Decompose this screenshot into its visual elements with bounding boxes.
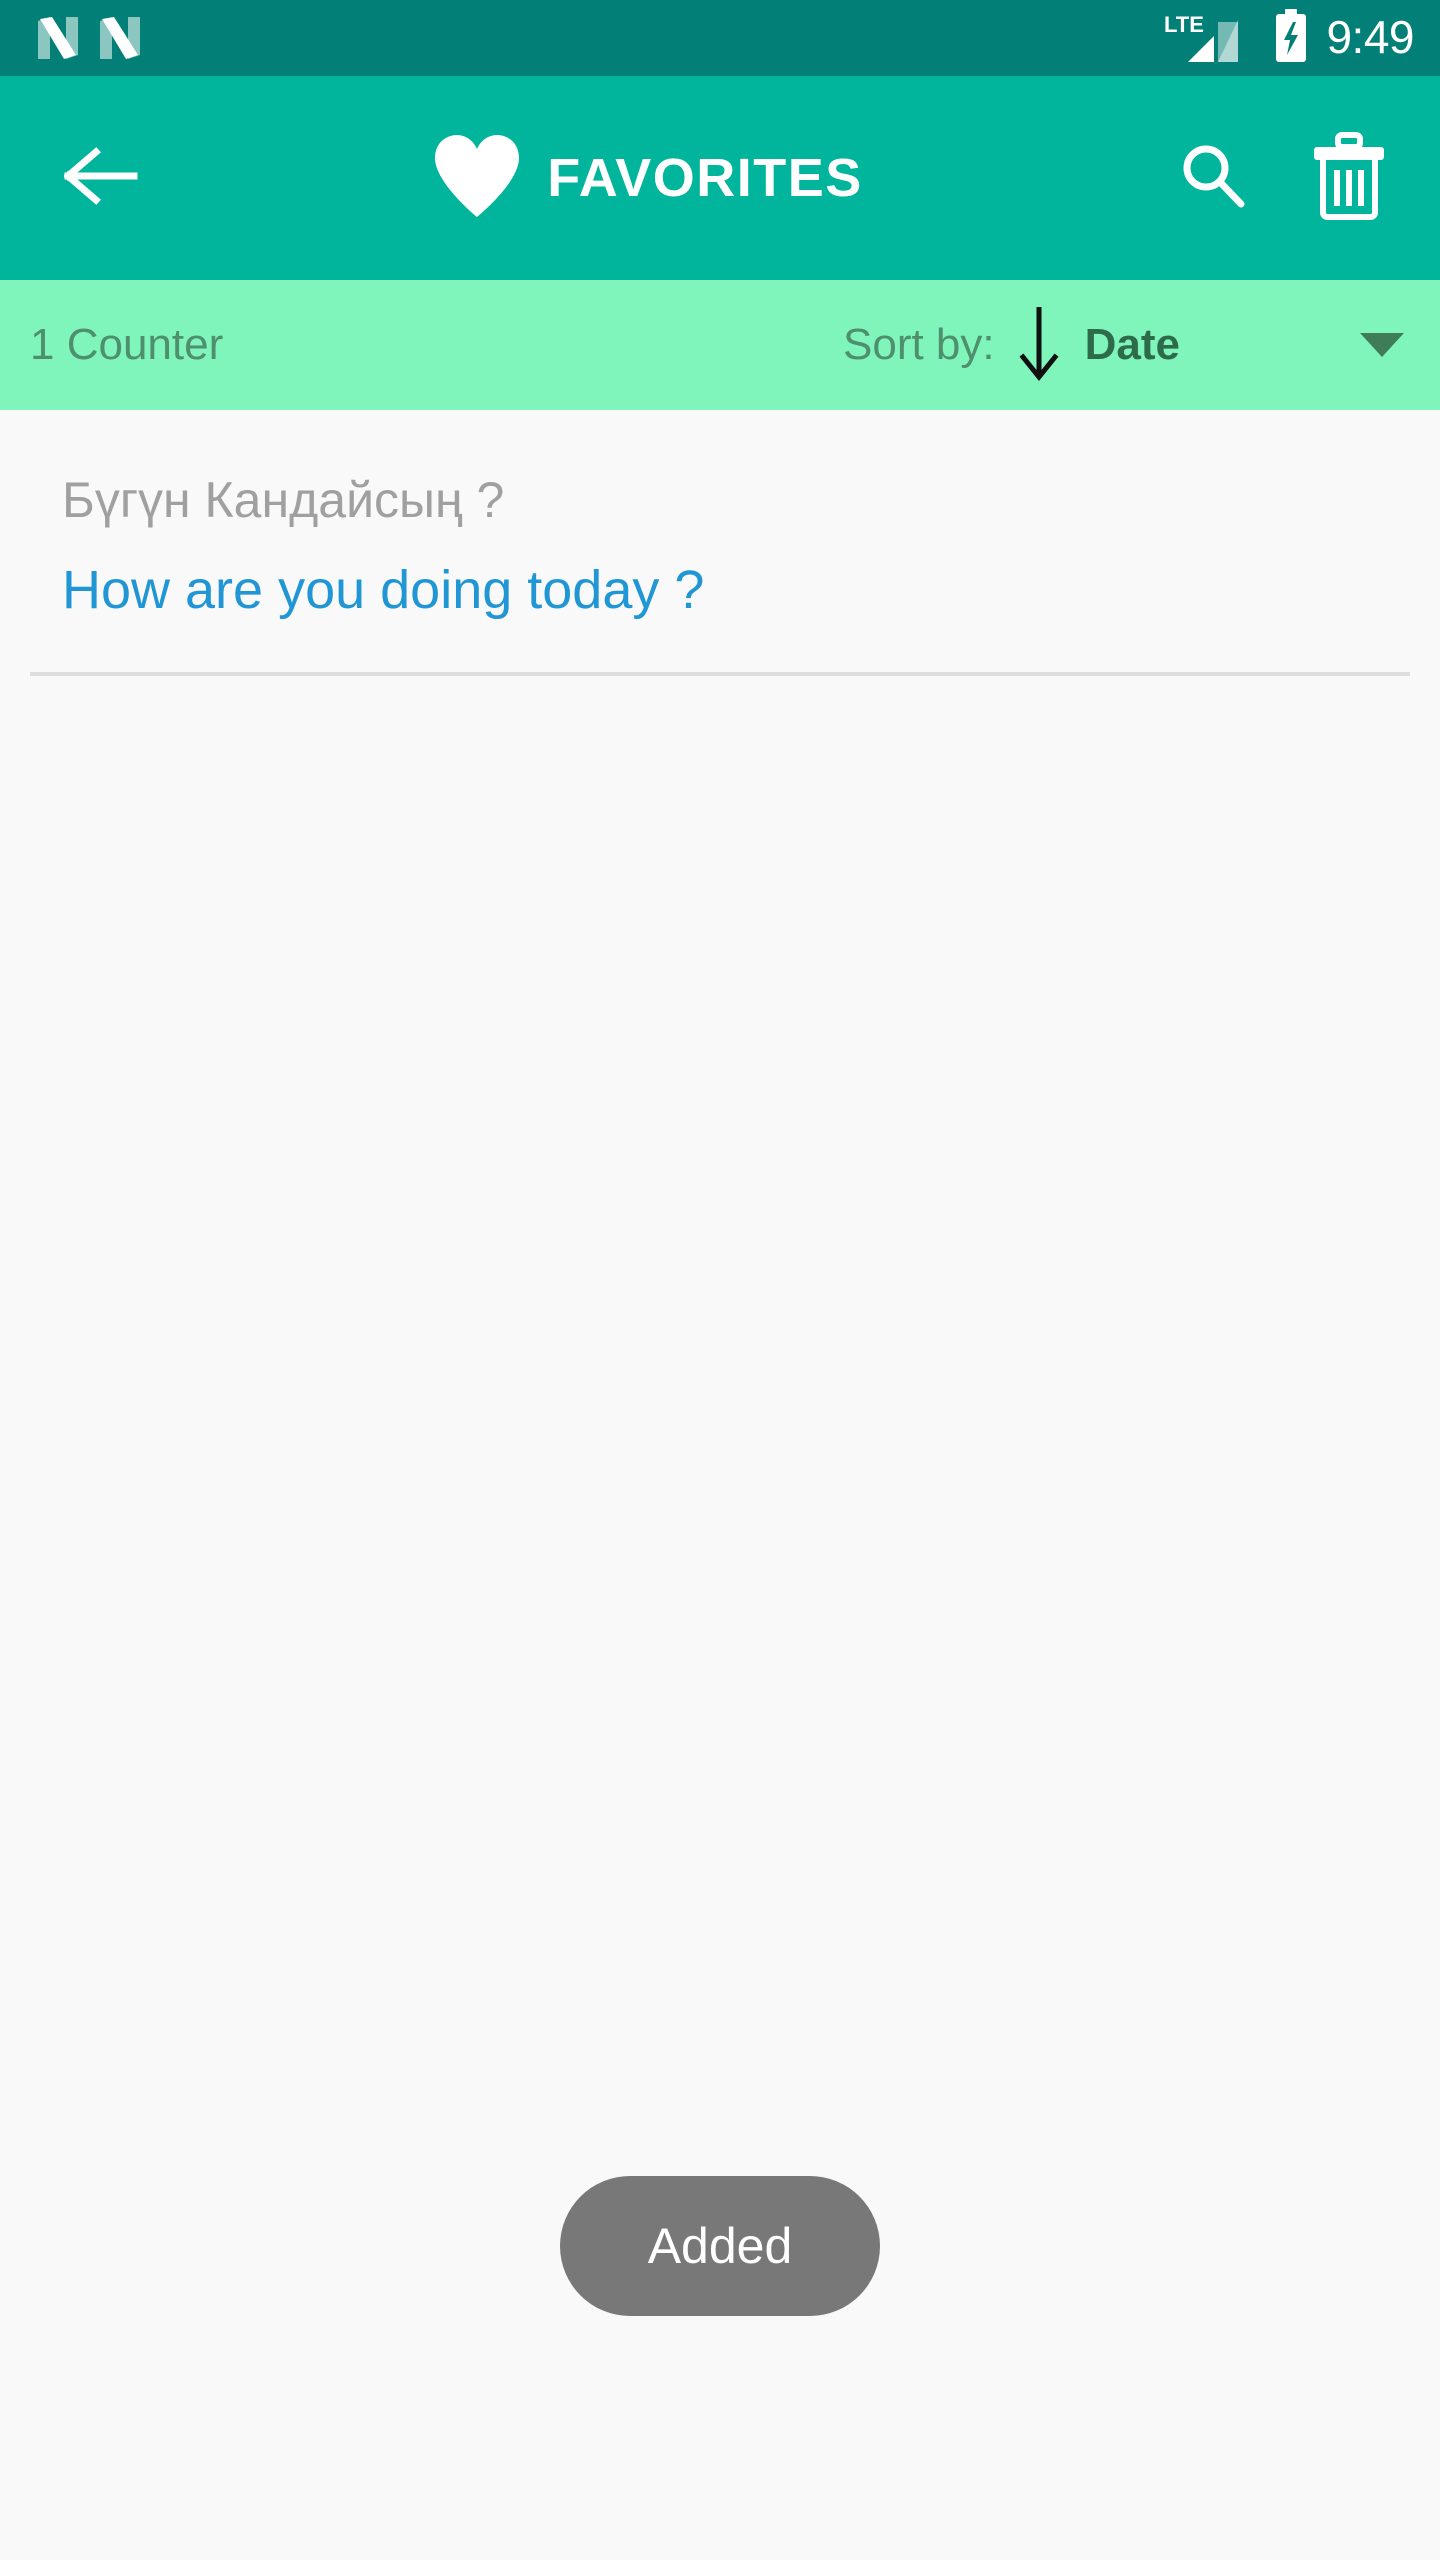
status-bar-clock: 9:49 (1326, 10, 1414, 63)
page-title: FAVORITES (547, 148, 863, 208)
caret-down-icon[interactable] (1360, 333, 1404, 357)
android-nougat-icon (98, 15, 142, 61)
arrow-left-icon (63, 146, 138, 211)
list-item-translated-text: How are you doing today ? (62, 560, 705, 620)
svg-text:LTE: LTE (1164, 12, 1204, 37)
sort-by-label: Sort by: (843, 320, 995, 369)
arrow-down-icon[interactable] (1017, 305, 1061, 386)
sort-bar: 1 Counter Sort by: Date (0, 280, 1440, 410)
app-bar: FAVORITES (0, 76, 1440, 280)
counter-label: 1 Counter (30, 320, 224, 369)
status-bar-notifications (36, 15, 142, 61)
status-bar-indicators: LTE 9:49 (1162, 8, 1414, 69)
toast-message: Added (647, 2218, 793, 2274)
signal-bars-icon: LTE (1162, 10, 1258, 66)
status-bar: LTE 9:49 (0, 0, 1440, 76)
list-divider (30, 672, 1410, 676)
battery-charging-icon (1272, 8, 1310, 69)
toast-notification: Added (560, 2176, 880, 2316)
heart-icon (431, 133, 523, 224)
app-screen: LTE 9:49 FAVORITES 1 Counter Sort by: Da… (0, 0, 1440, 2560)
search-icon (1177, 140, 1249, 217)
list-item-source-text: Бүгүн Кандайсың ? (62, 472, 505, 528)
sort-control[interactable]: Sort by: Date (843, 305, 1404, 386)
list-item[interactable]: Бүгүн Кандайсың ? How are you doing toda… (0, 410, 1440, 623)
app-bar-title-group: FAVORITES (136, 133, 1158, 224)
sort-value[interactable]: Date (1085, 323, 1180, 367)
delete-button[interactable] (1294, 123, 1404, 233)
trash-icon (1310, 131, 1388, 225)
search-button[interactable] (1158, 123, 1268, 233)
android-nougat-icon (36, 15, 80, 61)
